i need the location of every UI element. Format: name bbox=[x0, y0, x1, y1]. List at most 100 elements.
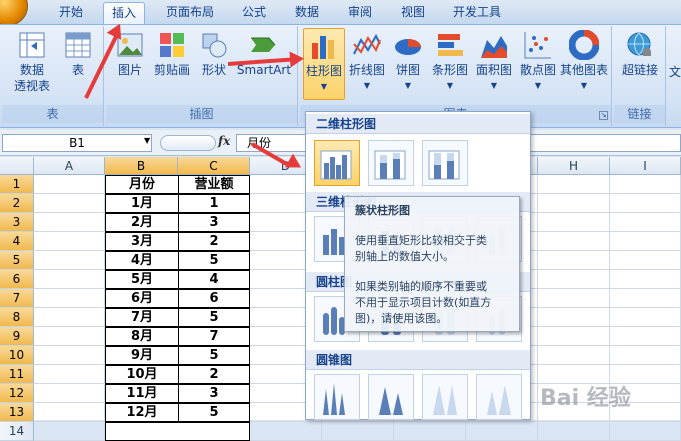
revenue-cell[interactable]: 6 bbox=[178, 289, 250, 308]
other-charts-button[interactable]: 其他图表 ▼ bbox=[558, 29, 610, 94]
row-header-9[interactable]: 9 bbox=[0, 327, 34, 346]
cell[interactable] bbox=[34, 289, 105, 308]
tab-data[interactable]: 数据 bbox=[286, 2, 328, 24]
hyperlink-button[interactable]: 超链接 bbox=[616, 30, 664, 78]
cell[interactable] bbox=[610, 270, 681, 289]
tab-insert[interactable]: 插入 bbox=[103, 2, 145, 24]
month-cell[interactable]: 5月 bbox=[105, 270, 179, 289]
month-cell[interactable]: 9月 bbox=[105, 346, 179, 365]
line-chart-button[interactable]: 折线图 ▼ bbox=[346, 30, 388, 94]
tab-developer[interactable]: 开发工具 bbox=[445, 2, 509, 24]
cell[interactable] bbox=[610, 289, 681, 308]
month-cell[interactable]: 4月 bbox=[105, 251, 179, 270]
revenue-cell[interactable]: 2 bbox=[178, 365, 250, 384]
smartart-button[interactable]: SmartArt bbox=[234, 30, 294, 78]
cell[interactable] bbox=[466, 422, 538, 441]
column-header-i[interactable]: I bbox=[610, 157, 681, 175]
month-cell[interactable]: 11月 bbox=[105, 384, 179, 403]
month-cell[interactable]: 12月 bbox=[105, 403, 179, 422]
row-header-2[interactable]: 2 bbox=[0, 194, 34, 213]
scatter-chart-button[interactable]: 散点图 ▼ bbox=[516, 30, 560, 94]
cell[interactable] bbox=[610, 251, 681, 270]
column-chart-button[interactable]: 柱形图 ▼ bbox=[303, 28, 345, 100]
formula-bar-splitter[interactable] bbox=[160, 135, 216, 151]
name-box-chevron-down-icon[interactable]: ▼ bbox=[144, 136, 150, 145]
tab-formulas[interactable]: 公式 bbox=[233, 2, 275, 24]
cone-clustered-option[interactable] bbox=[314, 374, 360, 420]
bar-chart-button[interactable]: 条形图 ▼ bbox=[428, 30, 472, 94]
revenue-cell[interactable]: 2 bbox=[178, 232, 250, 251]
month-cell[interactable]: 7月 bbox=[105, 308, 179, 327]
clipart-button[interactable]: 剪贴画 bbox=[150, 30, 194, 78]
revenue-cell[interactable]: 3 bbox=[178, 384, 250, 403]
row-header-5[interactable]: 5 bbox=[0, 251, 34, 270]
month-cell[interactable]: 10月 bbox=[105, 365, 179, 384]
header-cell-revenue[interactable]: 营业额 bbox=[178, 175, 250, 194]
revenue-cell[interactable]: 5 bbox=[178, 251, 250, 270]
month-cell[interactable]: 2月 bbox=[105, 213, 179, 232]
cell[interactable] bbox=[34, 327, 105, 346]
row-header-1[interactable]: 1 bbox=[0, 175, 34, 194]
column-header-b[interactable]: B bbox=[105, 157, 178, 175]
row-header-14[interactable]: 14 bbox=[0, 422, 34, 441]
cone-3d-option[interactable] bbox=[476, 374, 522, 420]
cone-percent-option[interactable] bbox=[422, 374, 468, 420]
cell[interactable] bbox=[610, 327, 681, 346]
cell[interactable] bbox=[538, 175, 610, 194]
tab-view[interactable]: 视图 bbox=[392, 2, 434, 24]
cell[interactable] bbox=[538, 308, 610, 327]
tab-home[interactable]: 开始 bbox=[50, 2, 92, 24]
fx-icon[interactable]: fx bbox=[218, 134, 230, 148]
row-header-11[interactable]: 11 bbox=[0, 365, 34, 384]
row-header-4[interactable]: 4 bbox=[0, 232, 34, 251]
cell[interactable] bbox=[34, 308, 105, 327]
cone-stacked-option[interactable] bbox=[368, 374, 414, 420]
header-cell-month[interactable]: 月份 bbox=[105, 175, 179, 194]
table-button[interactable]: 表 bbox=[60, 30, 96, 78]
cell[interactable] bbox=[34, 270, 105, 289]
cell[interactable] bbox=[34, 194, 105, 213]
cell[interactable] bbox=[34, 251, 105, 270]
cell[interactable] bbox=[538, 251, 610, 270]
name-box[interactable]: B1 bbox=[2, 134, 152, 152]
cell[interactable] bbox=[538, 327, 610, 346]
cell[interactable] bbox=[538, 194, 610, 213]
cell[interactable] bbox=[610, 213, 681, 232]
stacked-column-option[interactable] bbox=[368, 140, 414, 186]
cell[interactable] bbox=[538, 289, 610, 308]
revenue-cell[interactable]: 7 bbox=[178, 327, 250, 346]
cell[interactable] bbox=[34, 175, 105, 194]
column-header-c[interactable]: C bbox=[178, 157, 250, 175]
revenue-cell[interactable]: 3 bbox=[178, 213, 250, 232]
row-header-6[interactable]: 6 bbox=[0, 270, 34, 289]
revenue-cell[interactable]: 5 bbox=[178, 308, 250, 327]
cell[interactable] bbox=[250, 422, 322, 441]
percent-stacked-column-option[interactable] bbox=[422, 140, 468, 186]
select-all-corner[interactable] bbox=[0, 157, 34, 175]
cell[interactable] bbox=[610, 175, 681, 194]
column-header-h[interactable]: H bbox=[538, 157, 610, 175]
column-header-a[interactable]: A bbox=[34, 157, 105, 175]
row-header-3[interactable]: 3 bbox=[0, 213, 34, 232]
revenue-cell[interactable]: 5 bbox=[178, 403, 250, 422]
row-header-7[interactable]: 7 bbox=[0, 289, 34, 308]
cell[interactable] bbox=[34, 422, 105, 441]
cell[interactable] bbox=[538, 422, 610, 441]
month-cell[interactable]: 8月 bbox=[105, 327, 179, 346]
cell[interactable] bbox=[538, 213, 610, 232]
row-header-12[interactable]: 12 bbox=[0, 384, 34, 403]
cell[interactable] bbox=[34, 213, 105, 232]
cell[interactable] bbox=[34, 384, 105, 403]
cell[interactable] bbox=[610, 346, 681, 365]
cell[interactable] bbox=[610, 308, 681, 327]
revenue-cell[interactable]: 4 bbox=[178, 270, 250, 289]
tab-page-layout[interactable]: 页面布局 bbox=[158, 2, 222, 24]
area-chart-button[interactable]: 面积图 ▼ bbox=[472, 30, 516, 94]
row-header-8[interactable]: 8 bbox=[0, 308, 34, 327]
cell[interactable] bbox=[610, 232, 681, 251]
revenue-cell[interactable]: 5 bbox=[178, 346, 250, 365]
row-header-10[interactable]: 10 bbox=[0, 346, 34, 365]
cell[interactable] bbox=[610, 194, 681, 213]
text-button-partial[interactable]: 文 bbox=[668, 64, 681, 80]
cell[interactable] bbox=[394, 422, 466, 441]
